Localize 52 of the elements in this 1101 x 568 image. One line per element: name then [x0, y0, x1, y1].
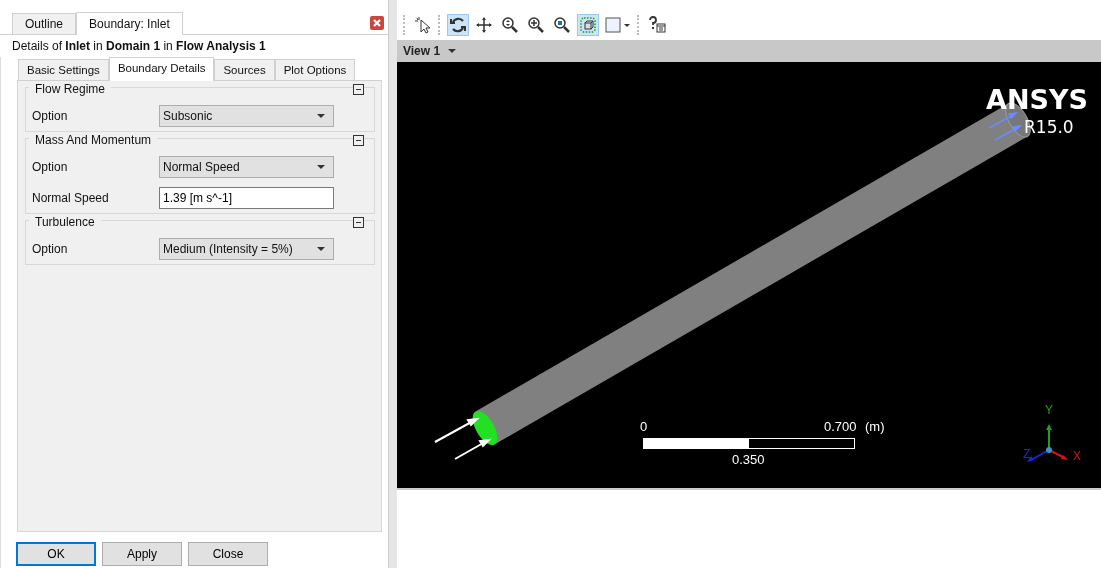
- logo-text: ANSYS: [986, 84, 1088, 115]
- caret-icon: [448, 49, 457, 53]
- zoom-icon: [501, 16, 519, 34]
- settings-tab[interactable]: Boundary Details: [108, 57, 215, 81]
- scale-label: 0.350: [732, 452, 765, 467]
- box-icon: [579, 16, 597, 34]
- panel-tab[interactable]: Boundary: Inlet: [76, 12, 183, 35]
- version-text: R15.0: [1024, 117, 1074, 137]
- caret-icon: [317, 165, 325, 169]
- close-icon[interactable]: [370, 16, 384, 30]
- caret-icon: [317, 247, 325, 251]
- pointer-icon: [414, 16, 432, 34]
- toolbar-button[interactable]: [646, 14, 668, 36]
- settings-tab[interactable]: Sources: [214, 59, 275, 80]
- dialog-button[interactable]: OK: [16, 542, 96, 566]
- help-icon: [648, 16, 666, 34]
- collapse-icon[interactable]: [353, 134, 364, 146]
- collapse-icon[interactable]: [353, 83, 364, 95]
- group-title: Flow Regime: [29, 82, 112, 96]
- zoom-fit-icon: [553, 16, 571, 34]
- field-label: Option: [32, 160, 69, 174]
- field-label: Option: [32, 109, 69, 123]
- option-dropdown[interactable]: Subsonic: [159, 105, 334, 127]
- field-label: Option: [32, 242, 69, 256]
- option-dropdown[interactable]: Medium (Intensity = 5%): [159, 238, 334, 260]
- view-selector[interactable]: View 1: [403, 44, 457, 58]
- scale-unit: (m): [865, 419, 885, 434]
- collapse-icon[interactable]: [353, 216, 364, 228]
- group-title: Turbulence: [29, 215, 101, 229]
- move-icon: [475, 16, 493, 34]
- field-label: Normal Speed: [32, 191, 110, 205]
- panel-tab[interactable]: Outline: [12, 13, 77, 34]
- toolbar-button[interactable]: [447, 14, 469, 36]
- dialog-button[interactable]: Close: [188, 542, 268, 566]
- details-heading: Details of Inlet in Domain 1 in Flow Analysis 1: [11, 38, 267, 55]
- scale-label: 0.700: [824, 419, 857, 434]
- zoom-in-icon: [527, 16, 545, 34]
- rotate-icon: [449, 16, 467, 34]
- axis-label: Y: [1045, 403, 1053, 417]
- dialog-button[interactable]: Apply: [102, 542, 182, 566]
- group-title: Mass And Momentum: [29, 133, 158, 147]
- speed-input[interactable]: 1.39 [m s^-1]: [159, 187, 334, 209]
- inlet-arrows: [434, 417, 492, 460]
- caret-icon: [317, 114, 325, 118]
- settings-tab[interactable]: Basic Settings: [18, 59, 109, 80]
- scale-label: 0: [640, 419, 648, 434]
- rectangle-icon: [605, 16, 631, 34]
- axis-label: X: [1073, 449, 1081, 463]
- flow-arrows: [988, 111, 1023, 141]
- settings-tab[interactable]: Plot Options: [274, 59, 356, 80]
- option-dropdown[interactable]: Normal Speed: [159, 156, 334, 178]
- axis-label: Z: [1023, 447, 1031, 461]
